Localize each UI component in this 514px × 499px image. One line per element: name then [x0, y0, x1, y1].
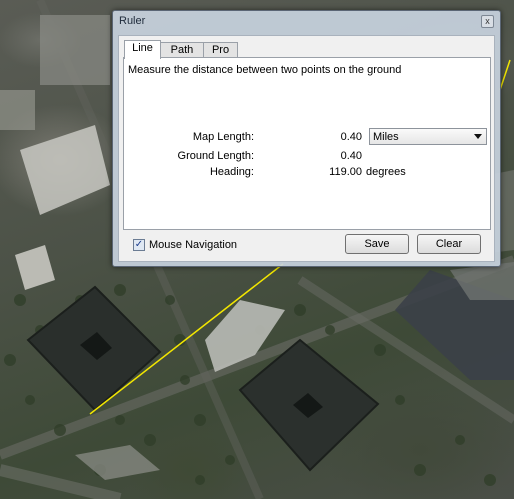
mouse-navigation-checkbox[interactable]: ✓: [133, 239, 145, 251]
tab-pro[interactable]: Pro: [203, 42, 238, 58]
clear-button[interactable]: Clear: [417, 234, 481, 254]
map-length-label: Map Length:: [192, 131, 254, 143]
ground-length-value: 0.40: [340, 150, 362, 162]
ruler-dialog: Ruler x Line Path Pro Measure the distan…: [112, 10, 501, 267]
tab-panel-line: Measure the distance between two points …: [123, 57, 491, 230]
map-length-value: 0.40: [340, 131, 362, 143]
ground-length-label: Ground Length:: [177, 150, 254, 162]
checkmark-icon: ✓: [134, 239, 144, 250]
window-title: Ruler: [119, 15, 146, 27]
mouse-navigation-label: Mouse Navigation: [149, 239, 238, 251]
save-button[interactable]: Save: [345, 234, 409, 254]
heading-unit: degrees: [366, 166, 406, 178]
chevron-down-icon: [474, 134, 482, 139]
title-bar[interactable]: Ruler x: [113, 11, 500, 33]
units-selected-value: Miles: [373, 131, 399, 143]
tab-line[interactable]: Line: [124, 40, 161, 59]
building-roof: [20, 125, 110, 215]
tab-path[interactable]: Path: [160, 42, 204, 58]
heading-value: 119.00: [329, 166, 362, 178]
units-dropdown[interactable]: Miles: [369, 128, 487, 145]
close-button[interactable]: x: [481, 15, 494, 28]
heading-label: Heading:: [209, 166, 254, 178]
dialog-client: Line Path Pro Measure the distance betwe…: [118, 35, 495, 262]
description-text: Measure the distance between two points …: [128, 64, 402, 76]
